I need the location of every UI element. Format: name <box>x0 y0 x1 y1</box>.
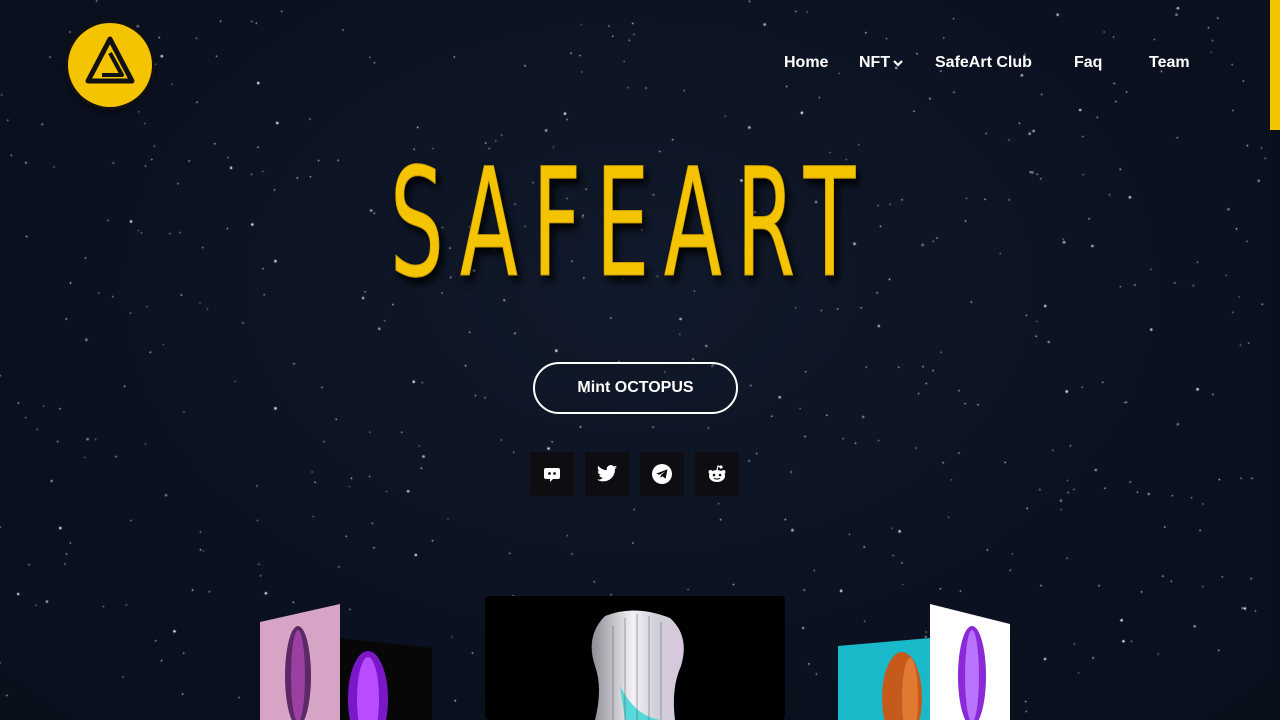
chevron-down-icon <box>893 59 903 67</box>
mint-octopus-button[interactable]: Mint OCTOPUS <box>533 362 738 414</box>
nav-home-label: Home <box>784 54 829 71</box>
nft-card-left-art <box>260 604 432 720</box>
reddit-link[interactable] <box>695 452 739 496</box>
hero-title-wrap: SAFEART <box>0 137 1270 312</box>
nav-team[interactable]: Team <box>1149 54 1190 72</box>
discord-link[interactable] <box>530 452 574 496</box>
nav-safeart-club-label: SafeArt Club <box>935 54 1032 71</box>
nft-card-center[interactable] <box>485 596 785 720</box>
twitter-link[interactable] <box>585 452 629 496</box>
scrollbar-track[interactable] <box>1270 130 1280 720</box>
telegram-icon <box>652 464 672 484</box>
nav-home[interactable]: Home <box>784 54 828 72</box>
nft-card-center-art <box>591 610 684 720</box>
hero-title: SAFEART <box>390 137 870 312</box>
nav-faq-label: Faq <box>1074 54 1103 71</box>
telegram-link[interactable] <box>640 452 684 496</box>
mint-button-label: Mint OCTOPUS <box>577 379 694 396</box>
scrollbar-thumb[interactable] <box>1270 0 1280 130</box>
nav-nft-label: NFT <box>859 54 891 71</box>
nft-card-right[interactable] <box>838 604 1010 720</box>
hero-title-text: SAFEART <box>390 140 870 300</box>
nft-card-left[interactable] <box>260 604 432 720</box>
discord-icon <box>544 468 560 482</box>
nav-safeart-club[interactable]: SafeArt Club <box>935 54 1032 72</box>
nav-nft[interactable]: NFT <box>859 54 903 72</box>
safeart-triangle-logo-icon <box>85 36 135 84</box>
nft-card-right-art <box>838 604 1010 720</box>
nav-faq[interactable]: Faq <box>1074 54 1102 72</box>
nav-team-label: Team <box>1149 54 1190 71</box>
safeart-logo[interactable] <box>68 23 152 107</box>
reddit-icon <box>708 465 726 482</box>
twitter-icon <box>596 465 618 482</box>
page: Home NFT SafeArt Club Faq Team SAFEART M… <box>0 0 1280 720</box>
